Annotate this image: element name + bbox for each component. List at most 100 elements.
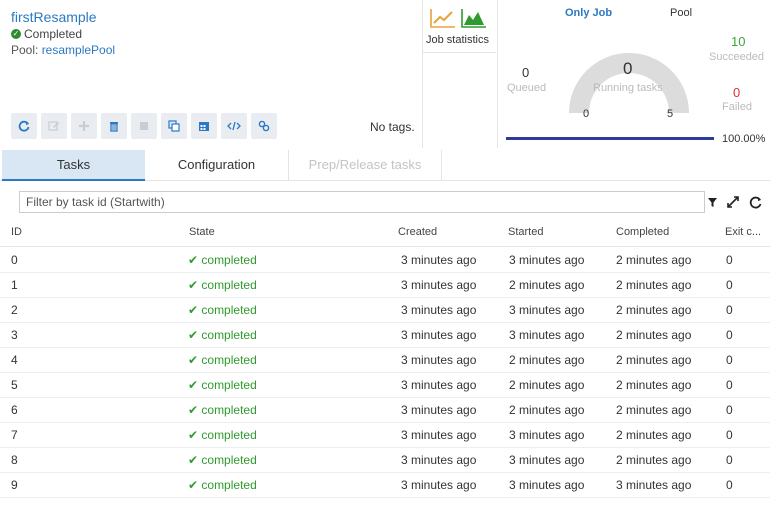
task-exit-code: 0	[726, 478, 733, 492]
task-exit-code: 0	[726, 428, 733, 442]
task-started: 3 minutes ago	[509, 478, 585, 492]
line-chart-icon	[430, 9, 455, 28]
check-icon: ✔	[188, 403, 202, 417]
job-status: ✓ Completed	[11, 27, 82, 41]
task-created: 3 minutes ago	[401, 278, 477, 292]
progress-percent: 100.00%	[722, 133, 766, 145]
table-row[interactable]: 9 ✔ completed 3 minutes ago 3 minutes ag…	[0, 472, 770, 498]
task-exit-code: 0	[726, 253, 733, 267]
table-row[interactable]: 0 ✔ completed 3 minutes ago 3 minutes ag…	[0, 247, 770, 273]
stats-icons[interactable]	[430, 8, 487, 28]
task-completed: 2 minutes ago	[616, 278, 692, 292]
column-header-state[interactable]: State	[189, 226, 215, 238]
job-statistics-label: Job statistics	[426, 34, 489, 46]
filter-actions	[708, 195, 762, 209]
gauge-tab-pool[interactable]: Pool	[670, 7, 692, 19]
table-row[interactable]: 3 ✔ completed 3 minutes ago 3 minutes ag…	[0, 322, 770, 348]
check-icon: ✔	[188, 453, 202, 467]
refresh-button[interactable]	[11, 113, 37, 139]
check-icon: ✔	[188, 428, 202, 442]
task-state-label: completed	[201, 428, 257, 442]
task-id: 8	[11, 453, 18, 467]
task-completed: 2 minutes ago	[616, 403, 692, 417]
tab-bar: Tasks Configuration Prep/Release tasks	[0, 150, 770, 181]
code-button[interactable]	[221, 113, 247, 139]
task-created: 3 minutes ago	[401, 303, 477, 317]
task-id: 4	[11, 353, 18, 367]
tab-tasks[interactable]: Tasks	[2, 150, 145, 181]
task-exit-code: 0	[726, 353, 733, 367]
check-icon: ✔	[188, 478, 202, 492]
column-header-exit-code[interactable]: Exit c...	[725, 226, 761, 238]
task-completed: 2 minutes ago	[616, 253, 692, 267]
table-row[interactable]: 7 ✔ completed 3 minutes ago 3 minutes ag…	[0, 422, 770, 448]
task-state-label: completed	[201, 353, 257, 367]
task-id: 5	[11, 378, 18, 392]
funnel-icon[interactable]	[708, 197, 717, 207]
task-exit-code: 0	[726, 378, 733, 392]
pool-link[interactable]: resamplePool	[42, 43, 115, 57]
gauge-tab-only-job[interactable]: Only Job	[565, 7, 612, 19]
refresh-icon	[18, 120, 30, 132]
expand-icon[interactable]	[726, 195, 740, 209]
job-status-label: Completed	[24, 27, 83, 41]
column-header-started[interactable]: Started	[508, 226, 543, 238]
running-label: Running tasks	[593, 82, 663, 94]
task-state: ✔ completed	[188, 378, 257, 392]
check-circle-icon: ✓	[11, 29, 21, 39]
delete-button[interactable]	[101, 113, 127, 139]
progress-bar	[506, 137, 714, 140]
area-chart-icon	[461, 9, 486, 28]
task-state: ✔ completed	[188, 278, 257, 292]
pool-line: Pool: resamplePool	[11, 43, 115, 57]
task-filter-input[interactable]	[19, 191, 705, 213]
table-row[interactable]: 4 ✔ completed 3 minutes ago 2 minutes ag…	[0, 347, 770, 373]
code-icon	[227, 121, 241, 131]
task-started: 2 minutes ago	[509, 353, 585, 367]
check-icon: ✔	[188, 378, 202, 392]
task-started: 3 minutes ago	[509, 428, 585, 442]
stop-icon	[140, 122, 148, 130]
table-row[interactable]: 6 ✔ completed 3 minutes ago 2 minutes ag…	[0, 397, 770, 423]
table-row[interactable]: 5 ✔ completed 3 minutes ago 2 minutes ag…	[0, 372, 770, 398]
gauge-min: 0	[583, 108, 590, 120]
tab-configuration[interactable]: Configuration	[145, 150, 289, 180]
pool-prefix: Pool:	[11, 43, 42, 57]
task-id: 6	[11, 403, 18, 417]
schedule-button[interactable]	[191, 113, 217, 139]
task-id: 1	[11, 278, 18, 292]
task-started: 3 minutes ago	[509, 253, 585, 267]
task-completed: 2 minutes ago	[616, 378, 692, 392]
task-state-label: completed	[201, 278, 257, 292]
task-state: ✔ completed	[188, 353, 257, 367]
check-icon: ✔	[188, 278, 202, 292]
task-state: ✔ completed	[188, 403, 257, 417]
task-state: ✔ completed	[188, 253, 257, 267]
tab-prep-release-tasks[interactable]: Prep/Release tasks	[289, 150, 442, 180]
task-started: 3 minutes ago	[509, 328, 585, 342]
column-header-completed[interactable]: Completed	[616, 226, 669, 238]
edit-icon	[48, 121, 59, 131]
column-header-id[interactable]: ID	[11, 226, 22, 238]
failed-label: Failed	[722, 101, 752, 113]
table-row[interactable]: 1 ✔ completed 3 minutes ago 2 minutes ag…	[0, 272, 770, 298]
clone-button[interactable]	[161, 113, 187, 139]
stop-button[interactable]	[131, 113, 157, 139]
table-row[interactable]: 8 ✔ completed 3 minutes ago 3 minutes ag…	[0, 447, 770, 473]
add-task-button[interactable]	[71, 113, 97, 139]
failed-count: 0	[733, 85, 741, 100]
refresh-icon[interactable]	[749, 196, 762, 209]
succeeded-label: Succeeded	[709, 51, 765, 63]
check-icon: ✔	[188, 253, 202, 267]
column-header-created[interactable]: Created	[398, 226, 437, 238]
task-state: ✔ completed	[188, 478, 257, 492]
task-state-label: completed	[201, 478, 257, 492]
check-icon: ✔	[188, 328, 202, 342]
calendar-icon	[199, 122, 209, 131]
task-completed: 2 minutes ago	[616, 428, 692, 442]
edit-button[interactable]	[41, 113, 67, 139]
task-completed: 2 minutes ago	[616, 353, 692, 367]
check-icon: ✔	[188, 303, 202, 317]
table-row[interactable]: 2 ✔ completed 3 minutes ago 3 minutes ag…	[0, 297, 770, 323]
link-button[interactable]	[251, 113, 277, 139]
